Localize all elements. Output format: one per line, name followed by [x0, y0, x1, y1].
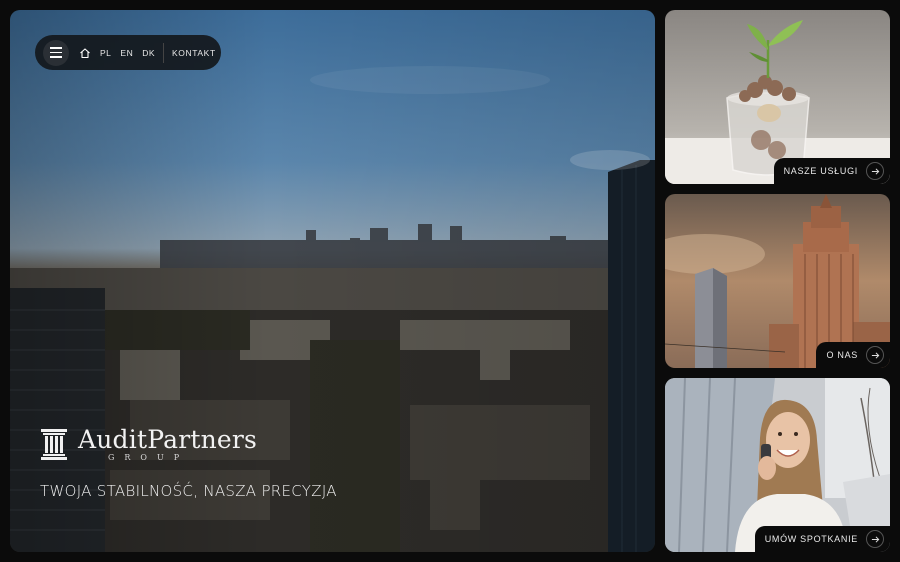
arrow-right-icon — [871, 351, 879, 359]
lang-en-link[interactable]: EN — [120, 48, 133, 58]
card-services-label: NASZE USŁUGI — [783, 166, 858, 176]
hamburger-icon-line — [50, 56, 62, 58]
nav-divider — [163, 42, 165, 63]
arrow-right-icon — [871, 535, 879, 543]
hero-banner — [10, 10, 655, 552]
card-meeting[interactable]: UMÓW SPOTKANIE — [665, 378, 890, 552]
hero-overlay — [10, 10, 655, 552]
menu-button[interactable] — [43, 39, 69, 66]
card-services-tab[interactable]: NASZE USŁUGI — [773, 158, 890, 184]
card-meeting-tab[interactable]: UMÓW SPOTKANIE — [754, 526, 890, 552]
card-meeting-label: UMÓW SPOTKANIE — [764, 534, 858, 544]
brand-name: AuditPartners — [78, 425, 258, 454]
hero-tagline: TWOJA STABILNOŚĆ, NASZA PRECYZJA — [40, 482, 337, 500]
card-about-tab[interactable]: O NAS — [816, 342, 890, 368]
card-about-button[interactable] — [866, 346, 884, 364]
card-about[interactable]: O NAS — [665, 194, 890, 368]
hamburger-icon — [50, 47, 62, 49]
home-icon[interactable] — [79, 47, 91, 59]
hamburger-icon-line — [50, 51, 62, 54]
card-services[interactable]: NASZE USŁUGI — [665, 10, 890, 184]
contact-link[interactable]: KONTAKT — [172, 48, 216, 58]
top-navigation: PL EN DK KONTAKT — [35, 35, 221, 70]
column-logo-icon — [41, 429, 67, 460]
brand-logo: AuditPartners GROUP — [40, 426, 257, 462]
card-services-button[interactable] — [866, 162, 884, 180]
arrow-right-icon — [871, 167, 879, 175]
lang-dk-link[interactable]: DK — [142, 48, 155, 58]
brand-subtitle: GROUP — [108, 453, 190, 462]
lang-pl-link[interactable]: PL — [100, 48, 111, 58]
card-about-label: O NAS — [826, 350, 858, 360]
card-meeting-button[interactable] — [866, 530, 884, 548]
